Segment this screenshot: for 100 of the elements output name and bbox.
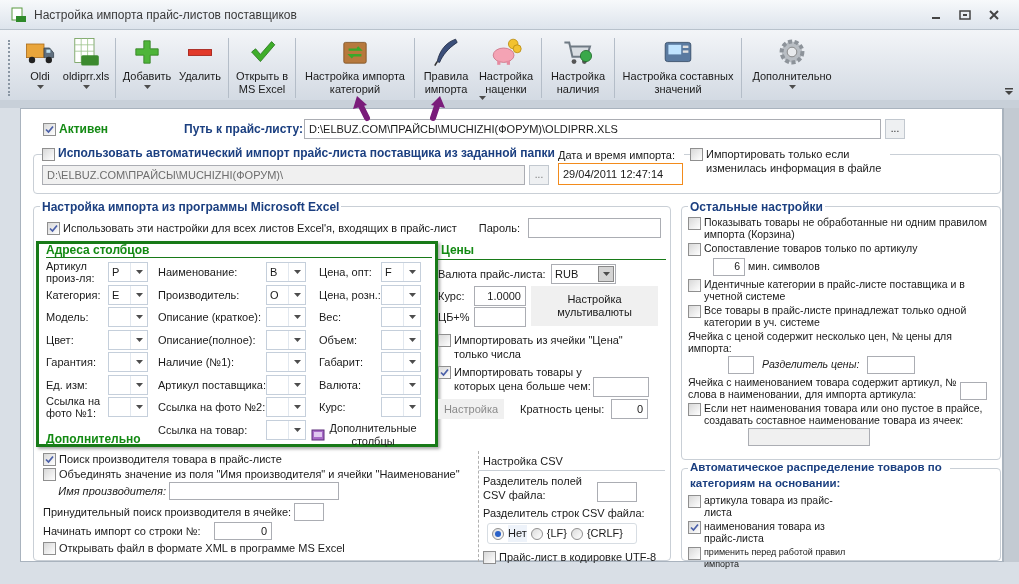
- checkbox-label: Импортировать из ячейки "Цена" только числа: [454, 333, 624, 361]
- maximize-icon[interactable]: [959, 9, 971, 20]
- extra-columns-link[interactable]: Дополнительные столбцы: [325, 421, 421, 448]
- field-label: Цена, розн.:: [319, 288, 381, 301]
- manufacturer-field[interactable]: [169, 482, 339, 500]
- radio-button[interactable]: [492, 527, 504, 540]
- column-combo[interactable]: [266, 419, 306, 440]
- checkbox[interactable]: [688, 305, 701, 318]
- multicurrency-button[interactable]: Настройка мультивалюты: [531, 286, 658, 326]
- caret-icon: [293, 337, 301, 342]
- toolbar-button[interactable]: Правила импорта: [418, 36, 474, 100]
- min-price-field[interactable]: [593, 377, 649, 397]
- caret-icon: [293, 292, 301, 297]
- close-icon[interactable]: [989, 9, 999, 20]
- password-field[interactable]: [528, 218, 661, 238]
- column-combo[interactable]: [381, 284, 421, 305]
- toolbar-button[interactable]: Настройка наценки: [474, 36, 538, 100]
- toolbar-button[interactable]: Настройка импорта категорий: [299, 36, 411, 100]
- field-label: Принудительный поиск производителя в ячейке:: [43, 504, 292, 520]
- field-label: Начинать импорт со строки №:: [43, 523, 202, 539]
- column-combo[interactable]: B: [266, 262, 306, 283]
- toolbar-button[interactable]: Дополнительно: [745, 36, 839, 100]
- column-combo[interactable]: [381, 397, 421, 418]
- checkbox[interactable]: [688, 546, 701, 560]
- toolbar-button[interactable]: Открыть в MS Excel: [232, 36, 292, 100]
- rate-field[interactable]: 1.0000: [474, 286, 526, 306]
- composite-field[interactable]: [748, 428, 870, 446]
- checkbox-label: Поиск производителя товара в прайс-листе: [59, 452, 282, 466]
- date-field[interactable]: 29/04/2011 12:47:14: [558, 163, 683, 185]
- column-combo[interactable]: P: [108, 262, 148, 283]
- column-combo[interactable]: [381, 374, 421, 395]
- column-combo[interactable]: [381, 352, 421, 373]
- checkbox[interactable]: [43, 453, 56, 466]
- word-number-field[interactable]: [960, 382, 987, 400]
- column-combo[interactable]: [108, 329, 148, 350]
- column-combo[interactable]: [266, 329, 306, 350]
- checkbox[interactable]: [688, 243, 701, 256]
- caret-icon: [293, 270, 301, 275]
- field-label: Гарантия:: [46, 356, 97, 369]
- separator-field[interactable]: [597, 481, 637, 502]
- price-number-field[interactable]: [728, 356, 754, 374]
- caret-icon: [602, 272, 610, 276]
- markup-field[interactable]: [474, 307, 526, 327]
- checkbox[interactable]: [688, 217, 701, 230]
- price-separator-field[interactable]: [867, 356, 916, 374]
- checkbox[interactable]: [43, 542, 56, 555]
- cell-field[interactable]: [294, 503, 325, 521]
- caret-icon: [293, 427, 301, 432]
- radio-button[interactable]: [570, 527, 583, 540]
- column-combo[interactable]: [381, 307, 421, 328]
- column-combo[interactable]: [266, 307, 306, 328]
- radio-button[interactable]: [530, 527, 543, 540]
- checkbox[interactable]: [438, 334, 451, 347]
- column-combo[interactable]: [266, 374, 306, 395]
- field-label: Ссылка на фото №2:: [158, 401, 266, 414]
- column-combo[interactable]: [381, 329, 421, 350]
- field-label: Разделитель полей CSV файла:: [483, 473, 583, 502]
- column-combo[interactable]: [266, 352, 306, 373]
- checkbox-label: Сопоставление товаров только по артикулу: [704, 242, 918, 254]
- folder-field[interactable]: D:\ELBUZ.COM\ПРАЙСЫ\MUCHIZHI(ФОРУМ)\: [42, 165, 525, 185]
- browse-button[interactable]: ...: [885, 119, 905, 139]
- path-field[interactable]: D:\ELBUZ.COM\ПРАЙСЫ\MUCHIZHI(ФОРУМ)\OLDIPRR.XLS: [304, 119, 881, 139]
- field-label: Ячейка с ценой содержит несколько цен, № цены для импорта:: [688, 330, 953, 354]
- checkbox[interactable]: [43, 468, 56, 481]
- checkbox-label: наименования товара из прайс-листа: [704, 519, 826, 544]
- checkbox[interactable]: [690, 148, 703, 161]
- column-combo[interactable]: F: [381, 262, 421, 283]
- checkbox[interactable]: [43, 123, 56, 136]
- browse-button[interactable]: ...: [529, 165, 549, 185]
- checkbox[interactable]: [483, 551, 496, 564]
- checkbox[interactable]: [688, 403, 701, 416]
- checkbox[interactable]: [438, 366, 451, 379]
- arrow-drawing: [430, 96, 445, 121]
- checkbox[interactable]: [42, 147, 55, 161]
- field-label: Валюта:: [319, 378, 362, 391]
- column-combo[interactable]: [108, 352, 148, 373]
- checkbox-label: Идентичные категории в прайс-листе поставщика и в учетной системе: [704, 278, 966, 302]
- toolbar-button[interactable]: Настройка наличия: [545, 36, 611, 100]
- toolbar-button[interactable]: Удалить: [175, 36, 225, 100]
- checkbox[interactable]: [688, 279, 701, 292]
- field-label: Разделитель строк CSV файла:: [483, 506, 645, 519]
- currency-combo[interactable]: RUB: [551, 264, 616, 284]
- checkbox[interactable]: [688, 494, 701, 508]
- toolbar-button[interactable]: Добавить: [119, 36, 175, 100]
- overflow-icon[interactable]: [1005, 88, 1013, 96]
- checkbox[interactable]: [47, 222, 60, 235]
- column-combo[interactable]: [108, 374, 148, 395]
- column-combo[interactable]: O: [266, 284, 306, 305]
- toolbar-button[interactable]: Настройка составных значений: [618, 36, 738, 100]
- radio-label: {CRLF}: [586, 526, 623, 542]
- min-chars-field[interactable]: 6: [713, 258, 745, 276]
- toolbar-button[interactable]: oldiprr.xls: [60, 36, 112, 100]
- column-combo[interactable]: [266, 397, 306, 418]
- toolbar-button[interactable]: Oldi: [20, 36, 60, 100]
- column-combo[interactable]: [108, 397, 148, 418]
- checkbox[interactable]: [688, 520, 701, 534]
- column-combo[interactable]: E: [108, 284, 148, 305]
- column-combo[interactable]: [108, 307, 148, 328]
- start-row-field[interactable]: 0: [214, 522, 272, 540]
- multiplicity-field[interactable]: 0: [611, 399, 648, 419]
